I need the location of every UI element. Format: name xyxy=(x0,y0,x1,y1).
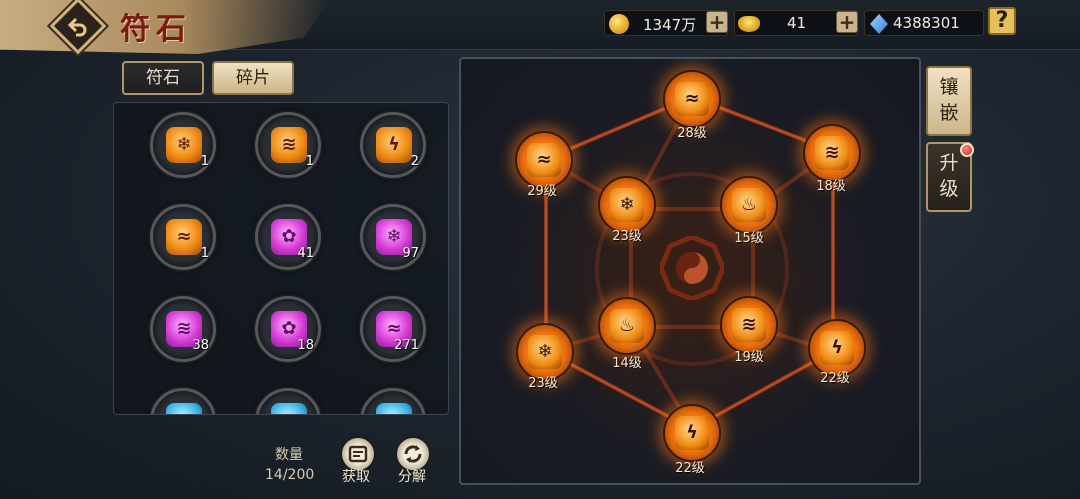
rune-level: 23级 xyxy=(612,229,642,244)
quantity-label: 数量 xyxy=(275,447,303,463)
rune-fragment-icon xyxy=(166,403,202,414)
obtain-label: 获取 xyxy=(342,469,370,485)
rune-slot-top[interactable]: ≈ xyxy=(663,70,721,128)
inventory-slot[interactable]: ≋ 38 xyxy=(150,296,216,362)
help-button[interactable]: ? xyxy=(988,7,1016,35)
diamond-gem-icon xyxy=(870,14,888,34)
rune-level: 15级 xyxy=(734,231,764,246)
rune-slot-upper-right[interactable]: ≋ xyxy=(803,124,861,182)
rune-fragment-icon: ≈ xyxy=(166,219,202,255)
decompose-label: 分解 xyxy=(398,469,426,485)
fragment-count: 2 xyxy=(410,154,419,169)
notification-dot xyxy=(960,143,974,157)
inventory-slot[interactable] xyxy=(360,388,426,414)
tab-inlay[interactable]: 镶嵌 xyxy=(926,66,972,136)
add-gold-button[interactable]: + xyxy=(706,11,728,33)
fragment-count: 41 xyxy=(297,246,314,261)
rune-level: 18级 xyxy=(816,179,846,194)
yin-yang-icon xyxy=(660,236,724,300)
fragment-count: 97 xyxy=(402,246,419,261)
rune-level: 14级 xyxy=(612,356,642,371)
tab-inlay-label: 镶嵌 xyxy=(939,76,959,124)
quantity-value: 14/200 xyxy=(265,467,315,483)
gold-coin-icon xyxy=(609,14,629,34)
add-ingot-button[interactable]: + xyxy=(836,11,858,33)
gold-ingot-icon xyxy=(738,16,760,32)
inventory-slot[interactable]: ✿ 41 xyxy=(255,204,321,270)
diamond-value: 4388301 xyxy=(893,14,960,32)
gold-ingot-value: 41 xyxy=(787,14,807,32)
fragment-count: 1 xyxy=(200,246,209,261)
rune-level: 22级 xyxy=(675,461,705,476)
inventory-slot[interactable]: ≋ 1 xyxy=(255,112,321,178)
rune-board: ≈ 28级 ≋ 18级 ϟ 22级 ϟ 22级 ❄ 23级 ≈ 29级 ❄ 23… xyxy=(459,57,921,485)
fragment-count: 1 xyxy=(305,154,314,169)
inventory-slot[interactable] xyxy=(255,388,321,414)
tab-runestone[interactable]: 符石 xyxy=(122,61,204,95)
gold-coin-value: 1347万 xyxy=(643,16,697,34)
fragment-count: 1 xyxy=(200,154,209,169)
fragment-count: 38 xyxy=(192,338,209,353)
inventory-slot[interactable]: ❄ 1 xyxy=(150,112,216,178)
inventory-slot[interactable]: ✿ 18 xyxy=(255,296,321,362)
rune-slot-bottom[interactable]: ϟ xyxy=(663,404,721,462)
page-title: 符石 xyxy=(120,12,192,47)
inventory-slot[interactable]: ❄ 97 xyxy=(360,204,426,270)
back-arrow-icon xyxy=(67,17,87,37)
inventory-slot[interactable] xyxy=(150,388,216,414)
rune-fragment-icon: ❄ xyxy=(166,127,202,163)
rune-fragment-icon xyxy=(376,403,412,414)
diamond-counter: 4388301 xyxy=(864,10,984,36)
inventory-slot[interactable]: ≈ 1 xyxy=(150,204,216,270)
rune-fragment-icon: ≋ xyxy=(271,127,307,163)
rune-slot-inner-lower-left[interactable]: ♨ xyxy=(598,297,656,355)
inventory-slot[interactable]: ϟ 2 xyxy=(360,112,426,178)
rune-level: 19级 xyxy=(734,350,764,365)
rune-level: 22级 xyxy=(820,371,850,386)
rune-fragment-icon: ϟ xyxy=(376,127,412,163)
rune-fragment-icon xyxy=(271,403,307,414)
fragment-count: 18 xyxy=(297,338,314,353)
inventory-slot[interactable]: ≈ 271 xyxy=(360,296,426,362)
tab-upgrade-label: 升级 xyxy=(939,152,959,200)
fragment-count: 271 xyxy=(394,338,419,353)
fragment-inventory[interactable]: ❄ 1 ≋ 1 ϟ 2 ≈ 1 ✿ 41 ❄ 97 ≋ 38 ✿ 18 ≈ 27… xyxy=(113,102,449,415)
rune-level: 28级 xyxy=(677,126,707,141)
rune-slot-inner-upper-right[interactable]: ♨ xyxy=(720,176,778,234)
rune-level: 29级 xyxy=(527,184,557,199)
rune-level: 23级 xyxy=(528,376,558,391)
tab-fragments[interactable]: 碎片 xyxy=(212,61,294,95)
